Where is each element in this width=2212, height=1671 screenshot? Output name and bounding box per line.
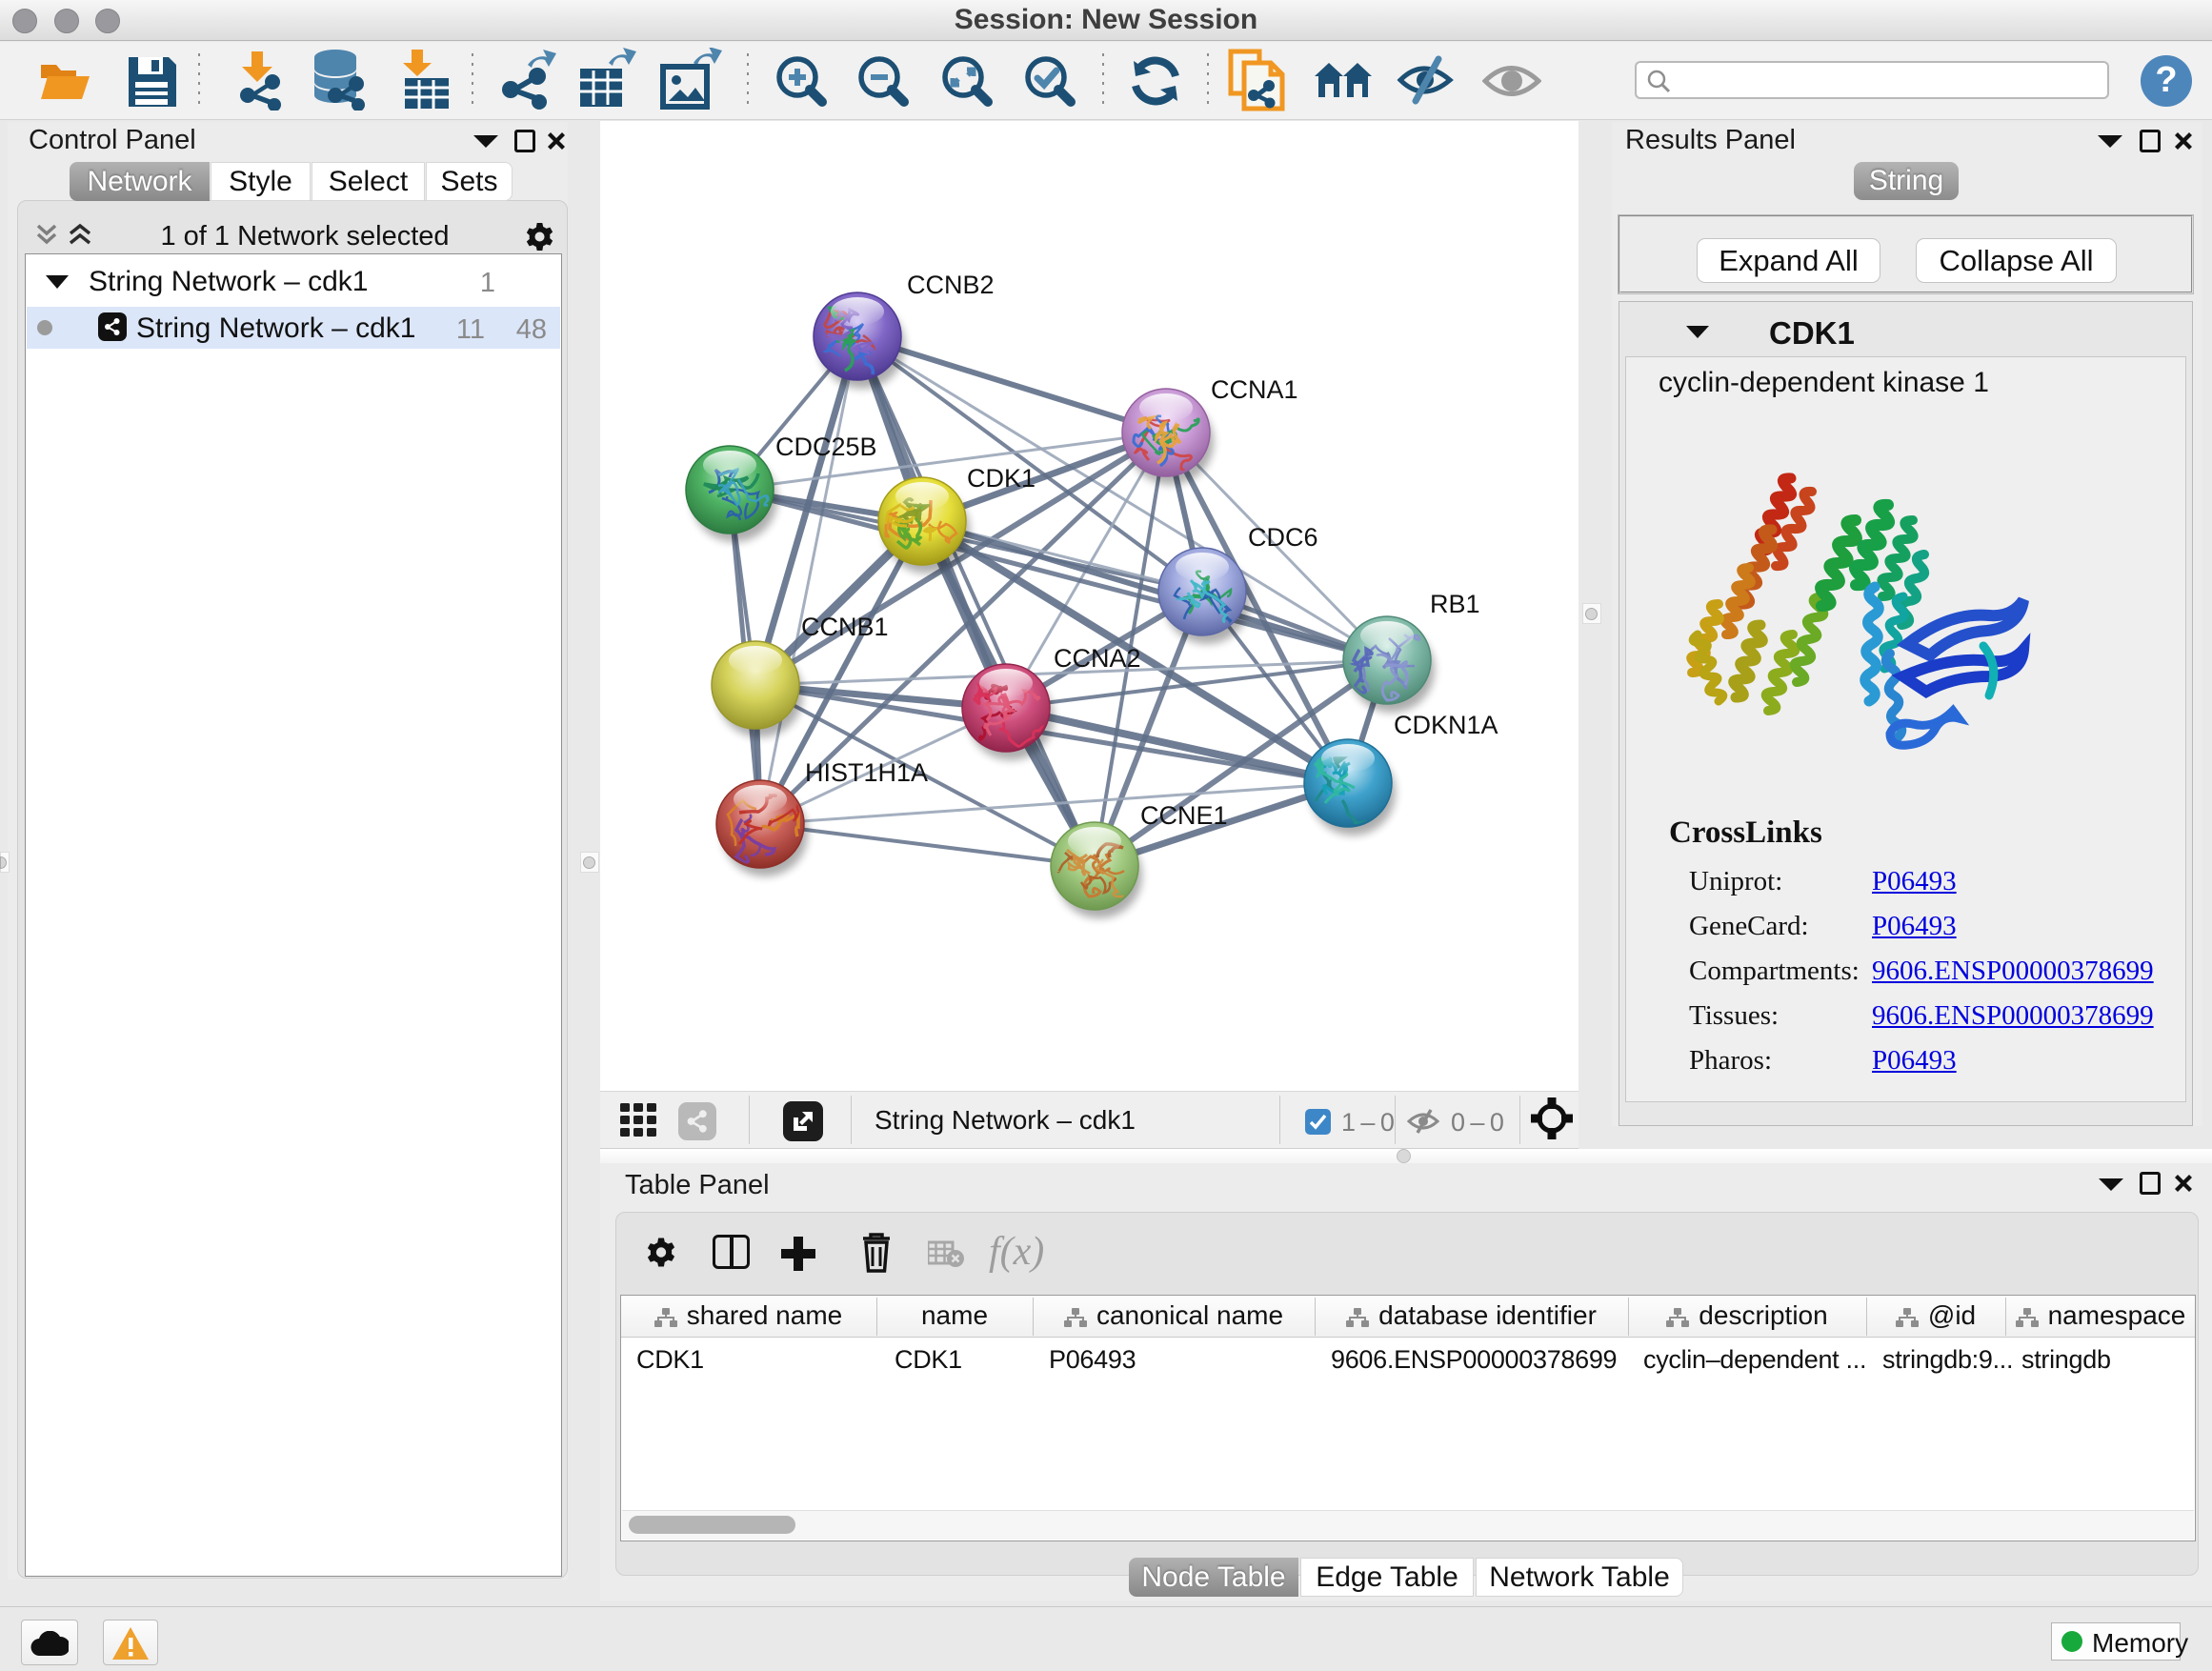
svg-text:CCNE1: CCNE1 [1140, 801, 1228, 830]
svg-text:RB1: RB1 [1430, 590, 1480, 618]
svg-text:HIST1H1A: HIST1H1A [805, 758, 928, 787]
svg-text:CCNB1: CCNB1 [801, 613, 889, 641]
svg-text:CCNA2: CCNA2 [1054, 644, 1141, 673]
svg-text:CCNA1: CCNA1 [1211, 375, 1298, 404]
svg-text:CCNB2: CCNB2 [907, 271, 995, 299]
svg-text:CDKN1A: CDKN1A [1394, 711, 1498, 739]
svg-text:CDC6: CDC6 [1248, 523, 1318, 552]
svg-text:CDK1: CDK1 [967, 464, 1036, 493]
svg-text:CDC25B: CDC25B [775, 433, 877, 461]
